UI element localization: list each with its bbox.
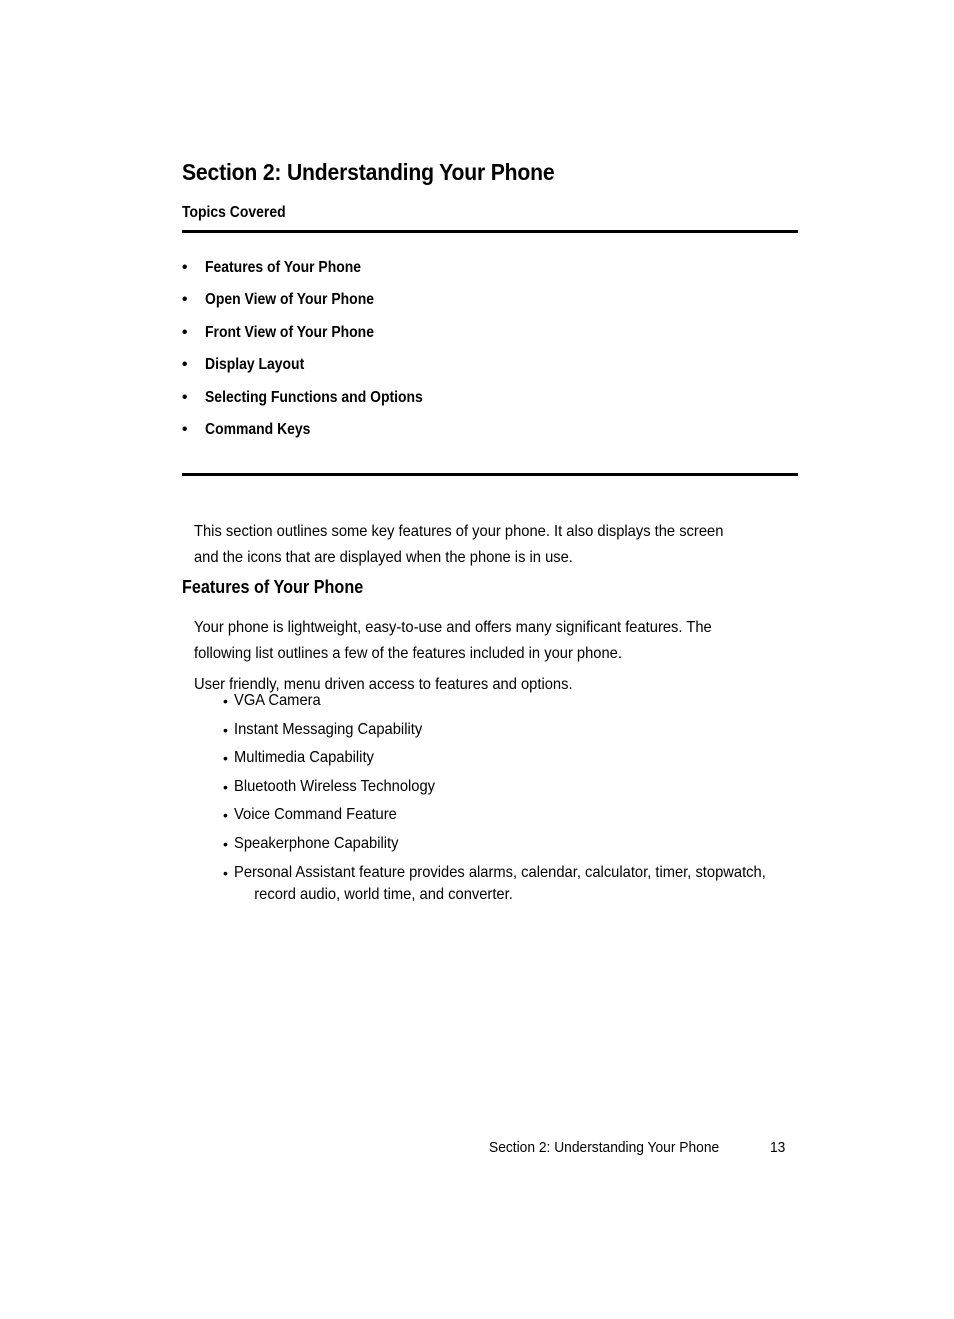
bullet-icon: • — [182, 420, 188, 438]
feature-label-line1: Personal Assistant feature provides alar… — [234, 863, 766, 881]
document-page: Section 2: Understanding Your Phone Topi… — [0, 0, 954, 1319]
list-item: • Selecting Functions and Options — [182, 388, 802, 420]
list-item: • Front View of Your Phone — [182, 323, 802, 355]
bullet-icon: • — [223, 807, 228, 824]
list-item: • Multimedia Capability — [223, 747, 833, 769]
topic-label: Display Layout — [205, 356, 305, 374]
page-title: Section 2: Understanding Your Phone — [182, 158, 555, 185]
features-list: • VGA Camera • Instant Messaging Capabil… — [223, 690, 833, 912]
feature-label: Speakerphone Capability — [234, 834, 399, 852]
feature-label: Voice Command Feature — [234, 806, 397, 824]
list-item: • Open View of Your Phone — [182, 290, 802, 322]
topics-covered-heading: Topics Covered — [182, 204, 286, 221]
bullet-icon: • — [223, 721, 228, 738]
feature-label: Bluetooth Wireless Technology — [234, 777, 436, 795]
bullet-icon: • — [223, 693, 228, 709]
topic-label: Front View of Your Phone — [205, 323, 374, 341]
topic-label: Open View of Your Phone — [205, 291, 374, 309]
horizontal-rule-top — [182, 230, 798, 233]
bullet-icon: • — [223, 864, 228, 881]
page-number: 13 — [770, 1139, 786, 1156]
intro-paragraph: This section outlines some key features … — [194, 523, 724, 566]
bullet-icon: • — [182, 291, 188, 309]
topic-label: Command Keys — [205, 420, 311, 438]
feature-label: VGA Camera — [234, 692, 321, 709]
list-item: • Display Layout — [182, 355, 802, 387]
bullet-icon: • — [182, 388, 188, 406]
bullet-icon: • — [182, 323, 188, 341]
list-item: • Speakerphone Capability — [223, 833, 833, 855]
bullet-icon: • — [223, 778, 228, 795]
footer-text: Section 2: Understanding Your Phone — [489, 1139, 720, 1156]
list-item: • VGA Camera — [223, 690, 833, 712]
horizontal-rule-bottom — [182, 473, 798, 476]
topic-label: Selecting Functions and Options — [205, 388, 423, 406]
bullet-icon: • — [182, 356, 188, 374]
list-item: • Bluetooth Wireless Technology — [223, 776, 833, 798]
list-item: • Personal Assistant feature provides al… — [223, 862, 833, 906]
feature-label: Multimedia Capability — [234, 749, 374, 767]
body-paragraph-1: Your phone is lightweight, easy-to-use a… — [194, 619, 712, 662]
list-item: • Command Keys — [182, 420, 802, 452]
feature-label: Instant Messaging Capability — [234, 720, 423, 738]
topics-list: • Features of Your Phone • Open View of … — [182, 258, 802, 452]
list-item: • Voice Command Feature — [223, 804, 833, 826]
bullet-icon: • — [223, 835, 228, 852]
bullet-icon: • — [223, 750, 228, 767]
features-heading: Features of Your Phone — [182, 576, 364, 597]
list-item: • Features of Your Phone — [182, 258, 802, 290]
bullet-icon: • — [182, 259, 188, 276]
feature-label-wrapped: Personal Assistant feature provides alar… — [234, 862, 823, 906]
topic-label: Features of Your Phone — [205, 259, 362, 276]
feature-label-line2: record audio, world time, and converter. — [254, 885, 513, 903]
list-item: • Instant Messaging Capability — [223, 719, 833, 741]
